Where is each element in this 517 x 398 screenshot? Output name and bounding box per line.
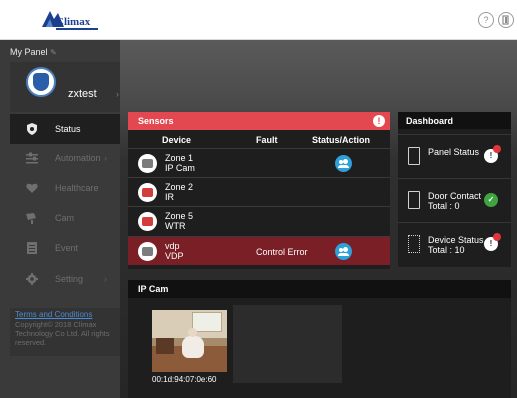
panel-icon (408, 147, 420, 165)
chevron-right-icon: › (116, 89, 119, 99)
column-header-fault: Fault (256, 135, 278, 145)
sidebar-item-label: Healthcare (55, 183, 99, 193)
action-button[interactable] (335, 155, 352, 172)
column-header-device: Device (162, 135, 192, 145)
heart-icon (26, 183, 38, 193)
device-name: Zone 1 IP Cam (165, 153, 195, 173)
avatar (26, 67, 56, 97)
sidebar-item-event[interactable]: Event (10, 233, 120, 263)
dashboard-label: Panel Status (428, 147, 480, 157)
logo-underline (56, 28, 98, 30)
top-bar: Climax ? (0, 0, 517, 40)
alert-icon[interactable]: ! (373, 115, 385, 127)
logout-icon[interactable] (498, 12, 514, 28)
column-header-status: Status/Action (312, 135, 371, 145)
warning-icon: ! (484, 145, 501, 163)
chevron-right-icon: › (104, 274, 107, 284)
action-button[interactable] (335, 243, 352, 260)
gear-icon (26, 273, 38, 285)
sidebar-item-label: Automation (55, 153, 101, 163)
ipcam-title: IP Cam (138, 284, 169, 294)
chevron-right-icon: › (104, 153, 107, 163)
camera-id: 00:1d:94:07:0e:60 (152, 375, 217, 384)
list-icon (27, 242, 37, 254)
sliders-icon (26, 152, 38, 164)
warning-icon: ! (484, 233, 501, 251)
logo-text: Climax (56, 16, 91, 28)
sensors-panel: Sensors ! Device Fault Status/Action Zon… (128, 112, 390, 269)
dashboard-header: Dashboard (398, 112, 511, 129)
sidebar-item-automation[interactable]: Automation › (10, 143, 120, 173)
camera-icon (26, 213, 36, 224)
dashboard-label: Door Contact Total : 0 (428, 191, 482, 211)
my-panel-link[interactable]: My Panel ✎ (10, 47, 57, 57)
dashboard-item-device-status[interactable]: Device Status Total : 10 ! (398, 222, 511, 266)
edit-icon[interactable]: ✎ (50, 48, 57, 57)
dashboard-item-door-contact[interactable]: Door Contact Total : 0 ✓ (398, 178, 511, 222)
help-icon[interactable]: ? (478, 12, 494, 28)
dashboard-panel: Dashboard Panel Status ! Door Contact Tot… (398, 112, 511, 267)
dashboard-item-panel-status[interactable]: Panel Status ! (398, 134, 511, 178)
dashboard-title: Dashboard (406, 116, 454, 126)
user-card[interactable]: zxtest › (10, 62, 120, 112)
avatar-figure-icon (33, 73, 49, 91)
check-icon: ✓ (484, 193, 498, 207)
device-chip-icon (408, 235, 420, 253)
fault-text: Control Error (256, 247, 308, 257)
table-row[interactable]: Zone 1 IP Cam (128, 148, 390, 177)
sidebar-item-healthcare[interactable]: Healthcare (10, 173, 120, 203)
device-name: Zone 2 IR (165, 182, 194, 202)
dashboard-label: Device Status Total : 10 (428, 235, 484, 255)
sidebar-item-label: Event (55, 243, 79, 253)
shield-icon (27, 123, 37, 135)
vdp-sensor-icon (138, 242, 157, 261)
copyright-text: Copyright© 2018 Climax Technology Co Ltd… (15, 320, 110, 347)
ipcam-header: IP Cam (128, 280, 511, 298)
username: zxtest (68, 88, 97, 100)
table-row[interactable]: Zone 2 IR (128, 177, 390, 206)
device-name: Zone 5 WTR (165, 211, 194, 231)
water-sensor-icon (138, 212, 157, 231)
sidebar-item-status[interactable]: Status (10, 114, 120, 144)
ipcam-sensor-icon (138, 154, 157, 173)
table-row[interactable]: Zone 5 WTR (128, 206, 390, 235)
sensors-header: Sensors ! (128, 112, 390, 130)
terms-link[interactable]: Terms and Conditions (15, 310, 92, 319)
sensors-title: Sensors (138, 116, 174, 126)
sidebar-item-setting[interactable]: Setting › (10, 264, 120, 294)
table-row[interactable]: vdp VDP Control Error (128, 236, 390, 265)
sidebar-footer: Terms and Conditions Copyright© 2018 Cli… (10, 308, 120, 356)
door-icon (408, 191, 420, 209)
camera-snapshot[interactable] (152, 310, 227, 372)
my-panel-label: My Panel (10, 47, 48, 57)
sidebar-item-label: Status (55, 124, 81, 134)
sidebar-item-cam[interactable]: Cam (10, 203, 120, 233)
logout-glyph-icon (502, 15, 509, 25)
ir-sensor-icon (138, 183, 157, 202)
camera-slot-empty (233, 305, 342, 383)
device-name: vdp VDP (165, 241, 184, 261)
ipcam-panel: IP Cam 00:1d:94:07:0e:60 (128, 280, 511, 398)
sidebar-item-label: Cam (55, 213, 75, 223)
sidebar-item-label: Setting (55, 274, 84, 284)
